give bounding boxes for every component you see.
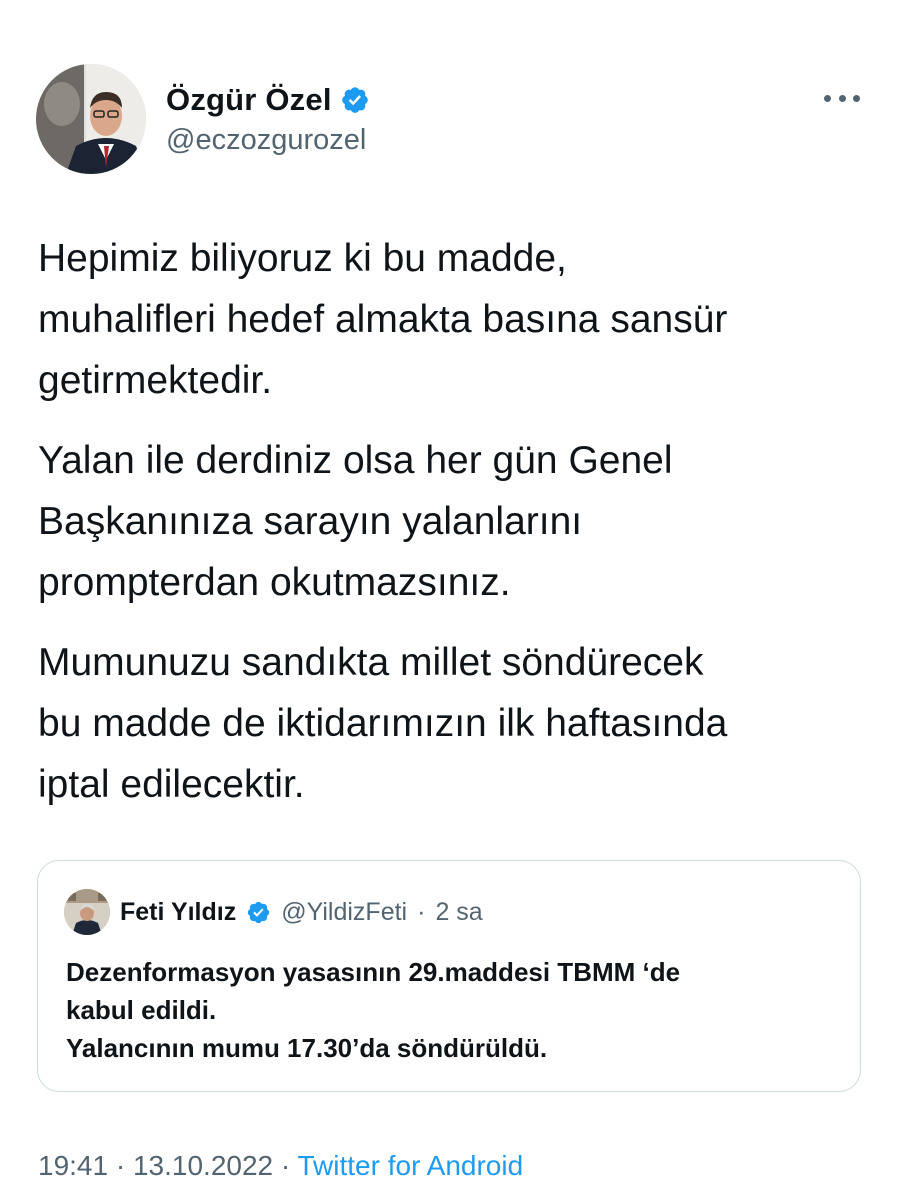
tweet-time[interactable]: 19:41: [38, 1150, 108, 1181]
verified-badge-icon: [246, 900, 271, 925]
quoted-profile-photo: [64, 889, 110, 935]
tweet-paragraph-text: Yalan ile derdiniz olsa her gün Genel Baş…: [38, 439, 673, 604]
quoted-timestamp[interactable]: 2 sa: [435, 898, 482, 927]
tweet-paragraph: Mumunuzu sandıkta millet söndürecek bu ma…: [38, 632, 868, 815]
author-name[interactable]: Özgür Özel: [166, 82, 332, 118]
quoted-author-name[interactable]: Feti Yıldız: [120, 898, 236, 927]
profile-photo: [36, 64, 146, 174]
author-avatar[interactable]: [36, 64, 146, 174]
tweet-paragraph: Yalan ile derdiniz olsa her gün Genel Baş…: [38, 430, 868, 613]
quoted-separator: ·: [417, 897, 426, 926]
author-handle[interactable]: @eczozgurozel: [166, 124, 370, 157]
tweet-meta: 19:41 · 13.10.2022 · Twitter for Android: [38, 1150, 523, 1182]
ellipsis-icon: [824, 94, 831, 102]
ellipsis-dot: [853, 94, 860, 102]
author-block: Özgür Özel @eczozgurozel: [166, 80, 370, 157]
tweet-text: Hepimiz biliyoruz ki bu madde, muhalifler…: [38, 228, 868, 834]
quoted-author-avatar[interactable]: [64, 889, 110, 935]
tweet-paragraph: Hepimiz biliyoruz ki bu madde, muhalifler…: [38, 228, 868, 411]
meta-separator: ·: [280, 1150, 291, 1181]
quoted-tweet-header: Feti Yıldız @YildizFeti · 2 sa: [64, 889, 483, 935]
tweet-source-link[interactable]: Twitter for Android: [298, 1150, 524, 1181]
quoted-tweet-text: Dezenformasyon yasasının 29.maddesi TBMM…: [66, 953, 846, 1067]
tweet-date[interactable]: 13.10.2022: [133, 1150, 273, 1181]
author-name-row: Özgür Özel: [166, 80, 370, 120]
quoted-author-handle[interactable]: @YildizFeti: [281, 898, 407, 927]
quoted-tweet[interactable]: Feti Yıldız @YildizFeti · 2 sa Dezenform…: [37, 860, 861, 1092]
meta-separator: ·: [115, 1150, 126, 1181]
quoted-text-line: Dezenformasyon yasasının 29.maddesi TBMM…: [66, 957, 681, 987]
ellipsis-dot: [838, 94, 846, 102]
more-options-button[interactable]: [824, 84, 860, 112]
tweet-paragraph-text: Mumunuzu sandıkta millet söndürecek bu ma…: [38, 641, 728, 806]
tweet: Özgür Özel @eczozgurozel Hepimiz biliyor…: [0, 0, 898, 1200]
verified-badge-icon: [340, 85, 370, 115]
quoted-text-line: kabul edildi.: [66, 995, 217, 1025]
quoted-text-line: Yalancının mumu 17.30’da söndürüldü.: [66, 1033, 548, 1063]
tweet-paragraph-text: Hepimiz biliyoruz ki bu madde, muhalifler…: [38, 237, 728, 402]
